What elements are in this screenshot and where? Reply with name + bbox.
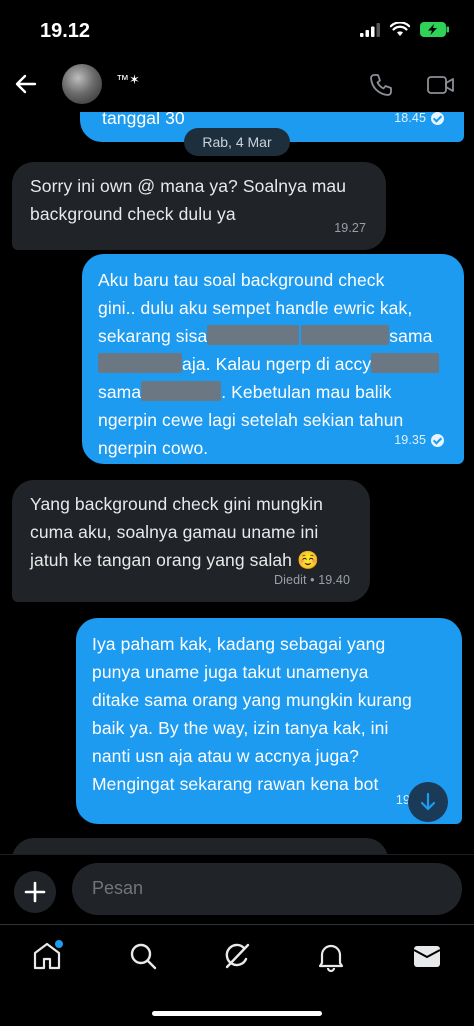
message-list[interactable]: tanggal 30 18.45 Rab, 4 Mar Sorry ini ow…	[0, 112, 474, 854]
call-button[interactable]	[368, 72, 394, 98]
home-indicator	[152, 1011, 322, 1016]
nav-notifications[interactable]	[314, 939, 348, 973]
message-line: ditake sama orang yang mungkin kurang	[92, 690, 412, 710]
message-line: baik ya. By the way, izin tanya kak, ini	[92, 718, 389, 738]
nav-home[interactable]	[30, 939, 64, 973]
nav-search[interactable]	[126, 939, 160, 973]
message-fragment: sama	[98, 382, 142, 402]
message-time: 19.27	[334, 221, 366, 235]
arrow-left-icon	[15, 74, 37, 94]
message-fragment: sama	[389, 326, 433, 346]
redaction-block	[141, 381, 222, 401]
message-bubble-sent[interactable]: Aku baru tau soal background check gini.…	[82, 254, 464, 464]
message-fragment: . Kebetulan mau balik	[221, 382, 392, 402]
message-line: sekarang sisa sama	[98, 322, 458, 350]
message-fragment: aja. Kalau ngerp di accy	[182, 354, 372, 374]
message-text: Yang background check gini mungkin cuma …	[30, 490, 323, 574]
back-button[interactable]	[12, 70, 40, 98]
arrow-down-icon	[420, 792, 436, 811]
nav-grok[interactable]	[220, 939, 254, 973]
wifi-icon	[390, 22, 410, 36]
message-line: nanti usn aja atau w accnya juga?	[92, 746, 359, 766]
signal-icon	[360, 22, 380, 37]
message-line: Mengingat sekarang rawan kena bot	[92, 774, 379, 794]
message-input-placeholder: Pesan	[92, 878, 144, 898]
message-bubble-received[interactable]: Yang background check gini mungkin cuma …	[12, 480, 370, 602]
status-icons	[360, 22, 450, 37]
phone-icon	[370, 74, 392, 96]
message-input[interactable]: Pesan	[72, 863, 462, 915]
message-line: punya uname juga takut unamenya	[92, 662, 369, 682]
message-text: Iya paham kak, kadang sebagai yang punya…	[92, 630, 412, 798]
scroll-to-bottom-button[interactable]	[408, 782, 448, 822]
contact-avatar[interactable]	[62, 64, 102, 104]
read-check-icon	[431, 112, 444, 125]
message-meta: 18.45	[394, 112, 444, 132]
nav-messages[interactable]	[410, 939, 444, 973]
message-bubble-sent[interactable]: Iya paham kak, kadang sebagai yang punya…	[76, 618, 462, 824]
message-line: Iya paham kak, kadang sebagai yang	[92, 634, 386, 654]
status-time: 19.12	[40, 20, 91, 42]
message-time: 19.35	[394, 433, 426, 447]
chat-header: ™✶	[0, 60, 474, 112]
message-line: Aku baru tau soal background check	[98, 270, 385, 290]
message-meta: 19.27	[334, 214, 366, 242]
message-line: background check dulu ya	[30, 204, 236, 224]
redaction-block	[301, 325, 390, 345]
attach-button[interactable]	[14, 871, 56, 913]
notification-dot	[55, 940, 63, 948]
home-icon	[33, 940, 63, 970]
video-camera-icon	[427, 76, 454, 94]
message-line: Yang background check gini mungkin	[30, 494, 323, 514]
date-separator: Rab, 4 Mar	[184, 128, 290, 156]
message-bubble-received[interactable]: Sorry ini own @ mana ya? Soalnya mau bac…	[12, 162, 386, 250]
message-line: sama . Kebetulan mau balik	[98, 378, 458, 406]
message-meta: Diedit • 19.40	[274, 566, 350, 594]
message-fragment: sekarang sisa	[98, 326, 208, 346]
contact-name[interactable]: ™✶	[116, 72, 140, 88]
message-meta: 19.35	[394, 426, 444, 454]
plus-icon	[24, 881, 46, 903]
video-call-button[interactable]	[426, 72, 456, 98]
compose-bar: Pesan	[0, 854, 474, 924]
read-check-icon	[431, 433, 444, 447]
redaction-block	[207, 325, 300, 345]
battery-charging-icon	[420, 22, 449, 37]
redaction-block	[371, 353, 440, 373]
bottom-nav	[0, 924, 474, 1026]
message-time: 18.45	[394, 112, 426, 125]
message-line: aja. Kalau ngerp di accy	[98, 350, 458, 378]
message-line: cuma aku, soalnya gamau uname ini	[30, 522, 319, 542]
envelope-icon	[413, 946, 441, 967]
search-icon	[130, 943, 157, 970]
redaction-block	[98, 353, 182, 373]
status-bar: 19.12	[0, 0, 474, 60]
message-time: Diedit • 19.40	[274, 573, 350, 587]
message-text: Sorry ini own @ mana ya? Soalnya mau bac…	[30, 172, 346, 228]
message-line: gini.. dulu aku sempet handle ewric kak,	[98, 298, 413, 318]
grok-icon	[225, 943, 250, 969]
message-line: Sorry ini own @ mana ya? Soalnya mau	[30, 176, 347, 196]
message-bubble-received[interactable]	[12, 838, 388, 854]
message-text: tanggal 30	[102, 112, 185, 128]
bell-icon	[318, 944, 344, 973]
